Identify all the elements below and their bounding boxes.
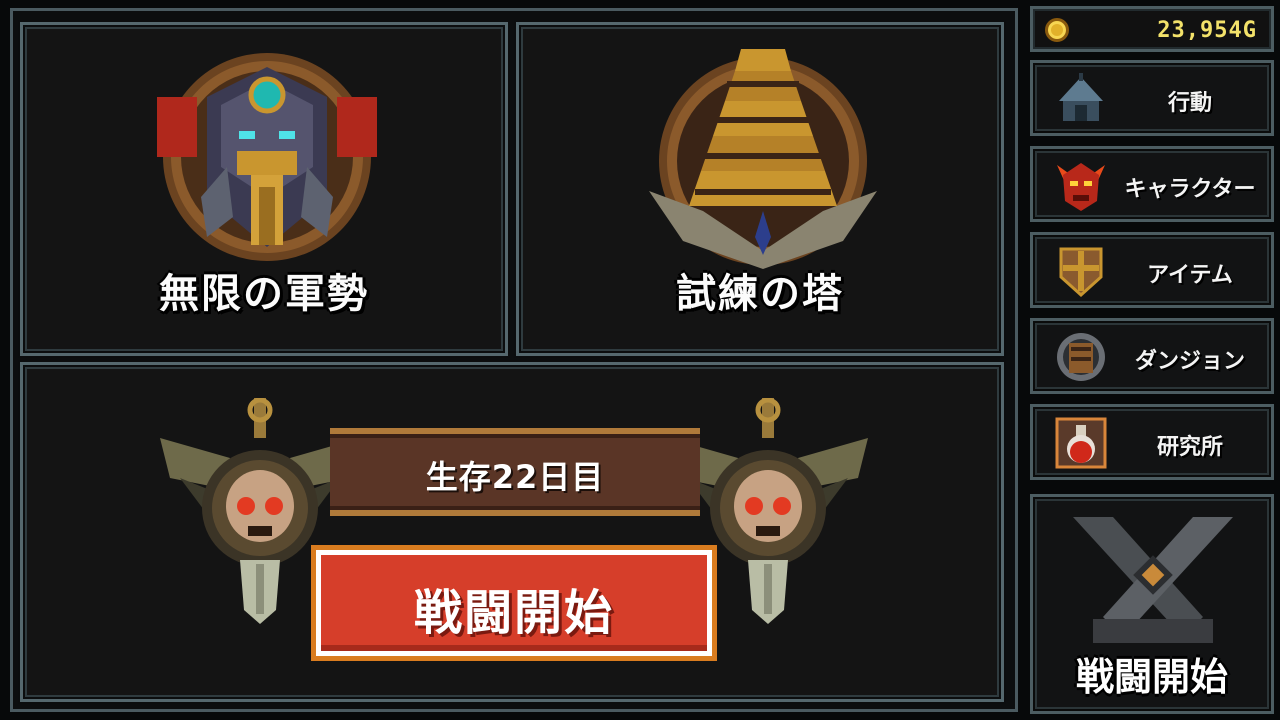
menu-action-label: 行動 [1167, 91, 1212, 116]
mode-infinite-army-label: 無限の軍勢 [159, 271, 369, 317]
gold-counter: 23,954G [1030, 6, 1274, 52]
menu-item-button[interactable]: アイテム [1030, 232, 1274, 308]
start-battle-button[interactable]: 戦闘開始 [316, 550, 712, 656]
menu-character-button[interactable]: キャラクター [1030, 146, 1274, 222]
menu-action-button[interactable]: 行動 [1030, 60, 1274, 136]
golem-emblem-icon [157, 53, 377, 261]
gold-value: 23,954G [1157, 18, 1257, 43]
sidebar-start-battle-label: 戦闘開始 [1075, 655, 1228, 699]
menu-item-label: アイテム [1147, 263, 1233, 288]
tent-icon [1059, 73, 1103, 121]
menu-character-label: キャラクター [1124, 177, 1256, 202]
crossed-swords-icon [1073, 517, 1233, 643]
sidebar-start-battle-button[interactable]: 戦闘開始 [1030, 494, 1274, 714]
menu-dungeon-label: ダンジョン [1134, 349, 1245, 374]
mode-infinite-army[interactable]: 無限の軍勢 [20, 22, 508, 356]
start-battle-label: 戦闘開始 [413, 585, 614, 641]
mode-trial-tower[interactable]: 試練の塔 [516, 22, 1004, 356]
potion-icon [1055, 417, 1107, 469]
survival-days-label: 生存22日目 [425, 458, 605, 496]
mode-trial-tower-label: 試練の塔 [676, 271, 844, 317]
tower-emblem-icon [649, 49, 877, 269]
demon-mask-icon [1057, 163, 1105, 211]
menu-lab-button[interactable]: 研究所 [1030, 404, 1274, 480]
shield-icon [1059, 247, 1103, 298]
menu-lab-label: 研究所 [1156, 435, 1223, 460]
dungeon-gate-icon [1057, 333, 1105, 381]
gold-coin-icon [1045, 18, 1069, 42]
survival-days-banner: 生存22日目 [330, 428, 700, 516]
menu-dungeon-button[interactable]: ダンジョン [1030, 318, 1274, 394]
